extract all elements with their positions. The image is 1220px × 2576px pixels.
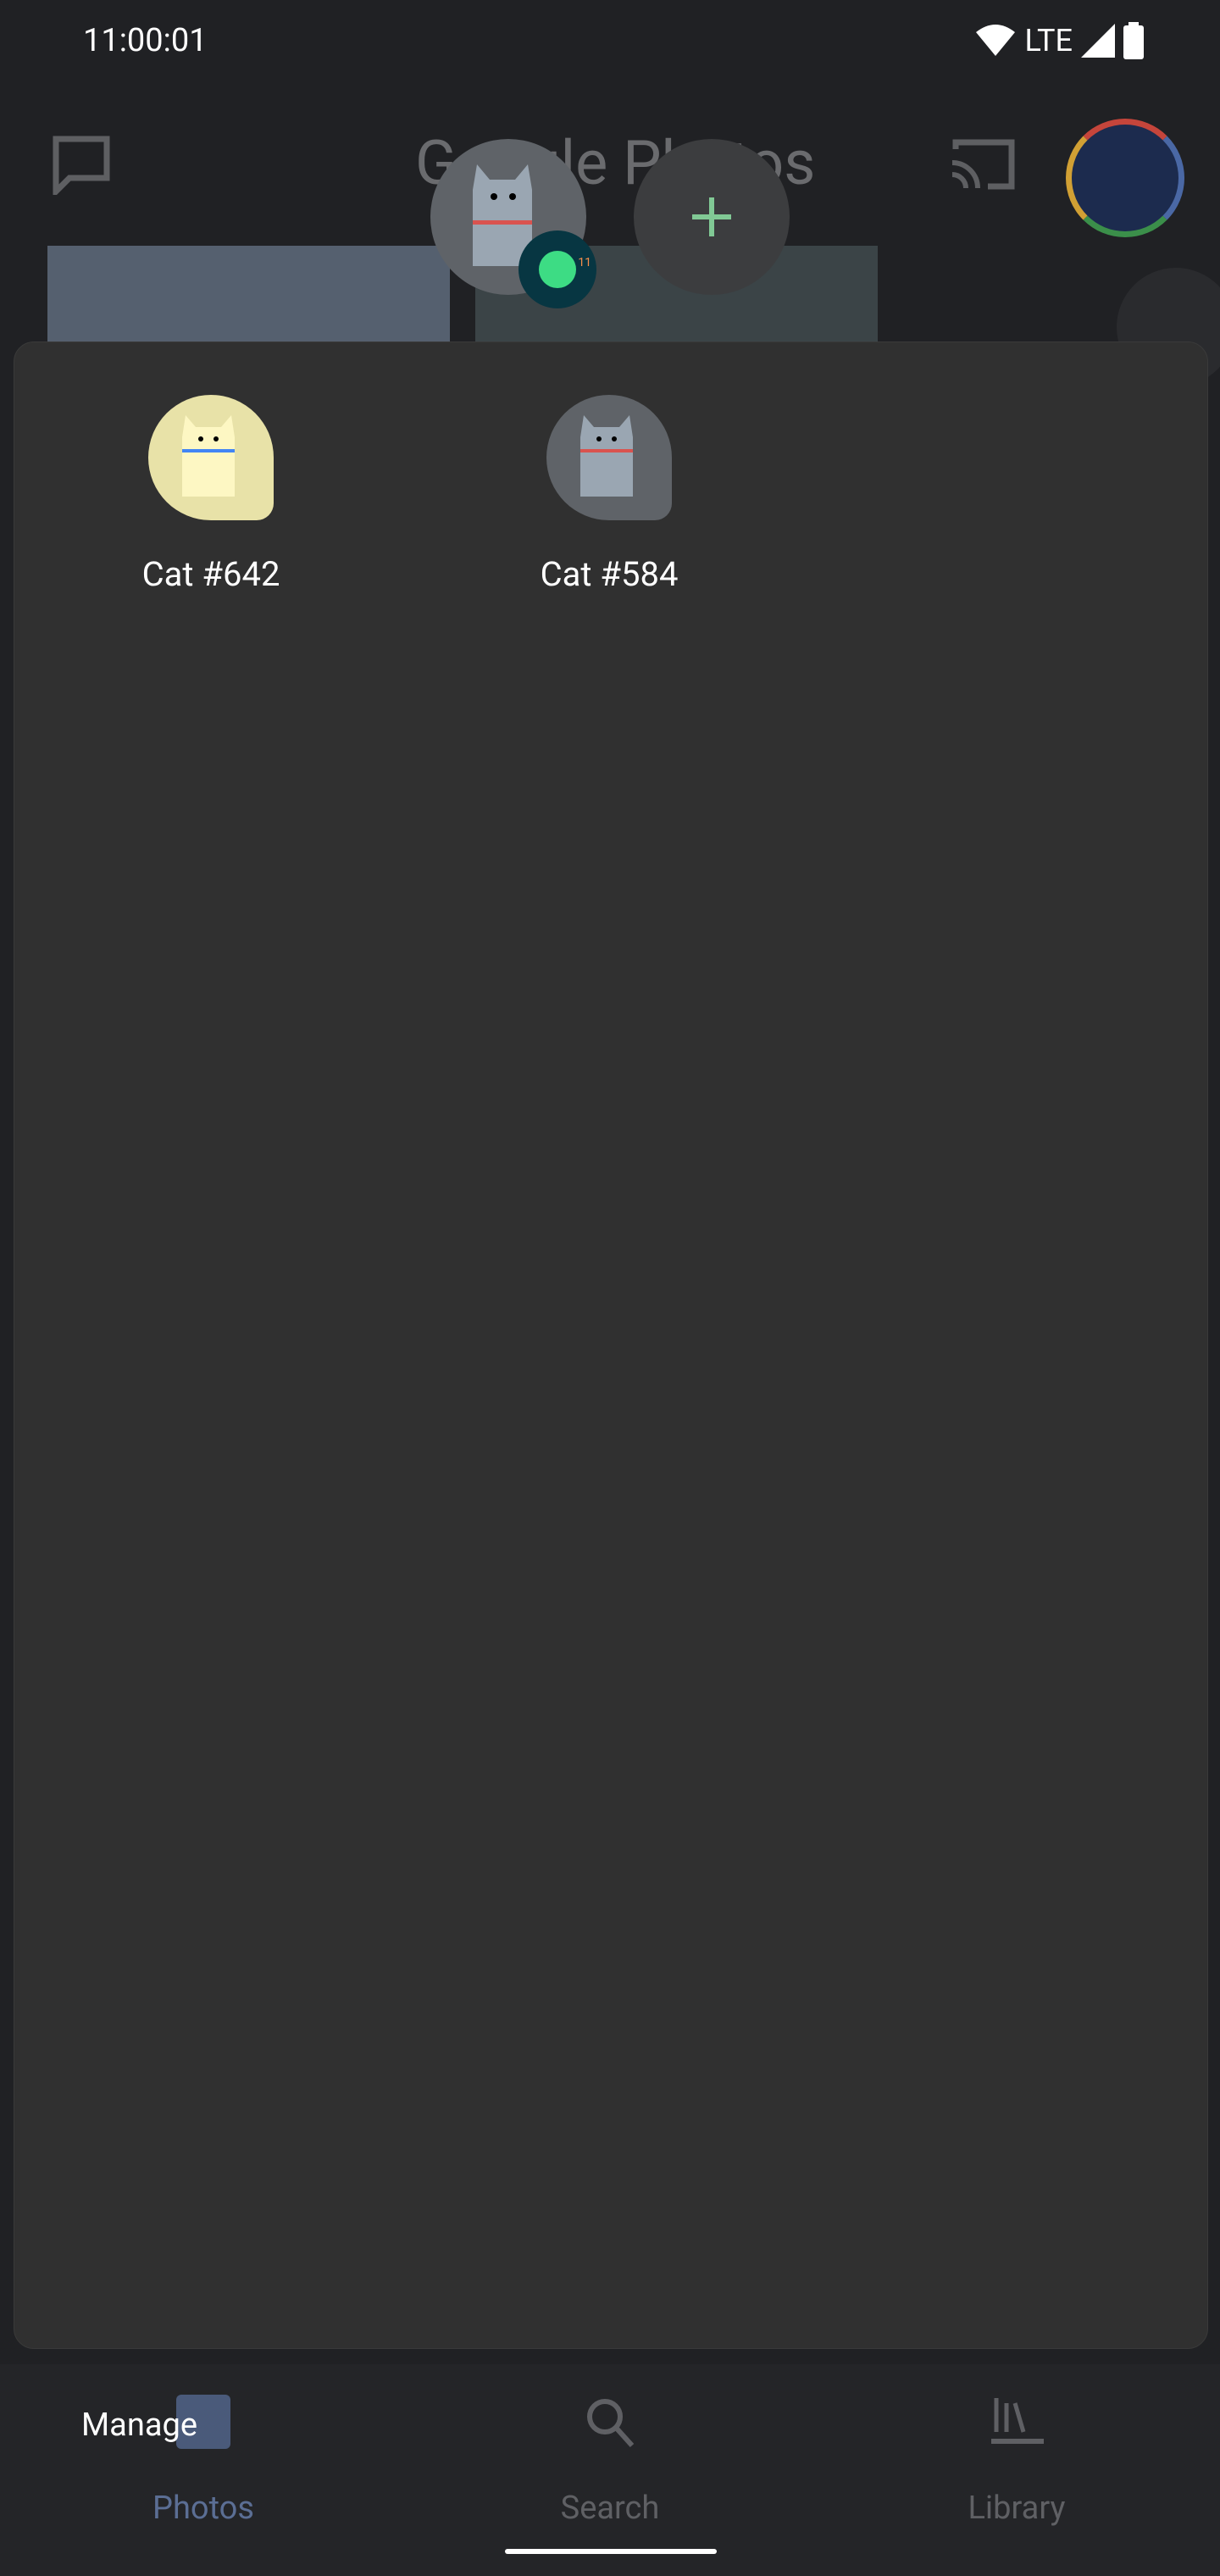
cat-label: Cat #642 (141, 554, 280, 594)
add-bubble-button[interactable] (634, 139, 790, 295)
home-gesture-handle[interactable] (505, 2549, 717, 2554)
android-11-badge: 11 (518, 230, 596, 308)
library-icon (991, 2398, 1044, 2444)
cat-bubble[interactable]: 11 (430, 139, 596, 308)
network-type: LTE (1024, 23, 1073, 58)
cat-icon (148, 395, 274, 520)
plus-icon (692, 197, 731, 236)
manage-label[interactable]: Manage (81, 2407, 197, 2444)
battery-icon (1123, 22, 1144, 59)
tab-photos[interactable]: Photos (0, 2364, 407, 2534)
status-time: 11:00:01 (83, 22, 208, 59)
tab-label: Library (968, 2490, 1066, 2527)
app-bar: Google Photos (0, 119, 1220, 237)
cats-panel: Cat #642 Cat #584 (14, 341, 1208, 2349)
tab-library[interactable]: Library (813, 2364, 1220, 2534)
message-icon[interactable] (53, 136, 112, 195)
cat-label: Cat #584 (540, 554, 679, 594)
status-bar: 11:00:01 LTE (0, 0, 1220, 85)
tab-label: Search (560, 2490, 660, 2527)
signal-icon (1081, 24, 1115, 58)
cat-item[interactable]: Cat #642 (84, 395, 338, 594)
cast-icon[interactable] (949, 137, 1017, 192)
cat-icon (546, 395, 672, 520)
cat-item[interactable]: Cat #584 (482, 395, 736, 594)
tab-label: Photos (152, 2490, 254, 2527)
avatar[interactable] (1066, 119, 1184, 237)
wifi-icon (975, 25, 1015, 56)
search-icon (587, 2399, 635, 2448)
bottom-nav: Photos Search Library (0, 2364, 1220, 2576)
tab-search[interactable]: Search (407, 2364, 813, 2534)
